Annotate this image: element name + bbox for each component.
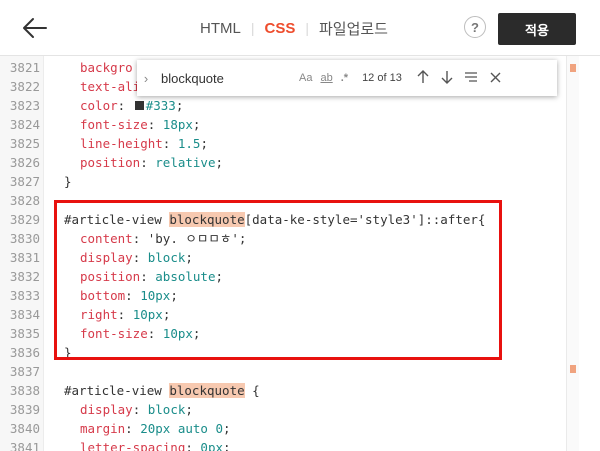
back-button[interactable] — [20, 14, 50, 42]
code-text: } — [64, 345, 72, 360]
code-text: position: absolute; — [80, 269, 224, 284]
code-text: right: 10px; — [80, 307, 171, 322]
code-line[interactable]: 3829 #article-view blockquote[data-ke-sty… — [0, 210, 566, 229]
line-number: 3831 — [9, 250, 40, 265]
code-text: font-size: 10px; — [80, 326, 201, 341]
line-number: 3837 — [9, 364, 40, 379]
line-number: 3830 — [9, 231, 40, 246]
css-code-editor[interactable]: 3821 backgro 3822 text-ali 3823 color: #333; 3… — [0, 56, 600, 451]
code-text: color: #333; — [80, 98, 184, 113]
code-line[interactable]: 3825 line-height: 1.5; — [0, 134, 566, 153]
tab-css[interactable]: CSS — [264, 20, 295, 37]
code-text: letter-spacing: 0px; — [80, 440, 231, 451]
code-text: #article-view blockquote[data-ke-style='… — [64, 212, 486, 227]
code-text: line-height: 1.5; — [80, 136, 208, 151]
tab-file-upload[interactable]: 파일업로드 — [319, 18, 388, 39]
line-number: 3828 — [9, 193, 40, 208]
line-number: 3836 — [9, 345, 40, 360]
tab-html[interactable]: HTML — [200, 20, 241, 37]
code-line[interactable]: 3826 position: relative; — [0, 153, 566, 172]
code-line[interactable]: 3831 display: block; — [0, 248, 566, 267]
code-line[interactable]: 3837 — [0, 362, 566, 381]
line-number: 3839 — [9, 402, 40, 417]
code-line[interactable]: 3834 right: 10px; — [0, 305, 566, 324]
line-number: 3835 — [9, 326, 40, 341]
line-number: 3825 — [9, 136, 40, 151]
editor-toolbar: HTML | CSS | 파일업로드 ? 적용 — [0, 0, 600, 56]
whole-word-toggle[interactable]: ab — [320, 72, 332, 84]
code-text: backgro — [80, 60, 133, 75]
line-number: 3827 — [9, 174, 40, 189]
code-line[interactable]: 3832 position: absolute; — [0, 267, 566, 286]
code-line[interactable]: 3830 content: 'by. ㅇㅁㅁㅎ'; — [0, 229, 566, 248]
tab-divider: | — [305, 20, 309, 36]
find-widget: › Aa ab .* 12 of 13 — [137, 60, 557, 96]
close-icon — [490, 72, 501, 83]
line-number: 3841 — [9, 440, 40, 451]
previous-match-button[interactable] — [416, 69, 430, 87]
code-text: } — [64, 174, 72, 189]
code-text: margin: 20px auto 0; — [80, 421, 231, 436]
find-input[interactable] — [161, 67, 291, 89]
code-text: text-ali — [80, 79, 141, 94]
line-number: 3832 — [9, 269, 40, 284]
tab-divider: | — [250, 20, 255, 36]
code-line[interactable]: 3828 — [0, 191, 566, 210]
line-number: 3840 — [9, 421, 40, 436]
line-number: 3822 — [9, 79, 40, 94]
line-number: 3829 — [9, 212, 40, 227]
help-button[interactable]: ? — [464, 16, 486, 38]
line-number: 3823 — [9, 98, 40, 113]
code-line[interactable]: 3836} — [0, 343, 566, 362]
code-line[interactable]: 3823 color: #333; — [0, 96, 566, 115]
line-number: 3821 — [9, 60, 40, 75]
code-line[interactable]: 3839 display: block; — [0, 400, 566, 419]
code-line[interactable]: 3838 #article-view blockquote { — [0, 381, 566, 400]
tab-bar: HTML | CSS | 파일업로드 — [200, 0, 388, 56]
code-text: font-size: 18px; — [80, 117, 201, 132]
line-number: 3833 — [9, 288, 40, 303]
code-text: bottom: 10px; — [80, 288, 178, 303]
scrollbar-match-marker — [570, 64, 576, 72]
code-line[interactable]: 3840 margin: 20px auto 0; — [0, 419, 566, 438]
arrow-left-icon — [23, 18, 47, 38]
line-number: 3826 — [9, 155, 40, 170]
code-text: position: relative; — [80, 155, 224, 170]
match-case-toggle[interactable]: Aa — [299, 72, 312, 84]
apply-button[interactable]: 적용 — [498, 13, 576, 45]
scrollbar-match-marker — [570, 365, 576, 373]
arrow-up-icon — [417, 69, 429, 83]
find-in-selection-button[interactable] — [464, 70, 478, 86]
vertical-scrollbar[interactable] — [566, 56, 579, 451]
line-number: 3838 — [9, 383, 40, 398]
next-match-button[interactable] — [440, 70, 454, 87]
code-line[interactable]: 3841 letter-spacing: 0px; — [0, 438, 566, 451]
match-count: 12 of 13 — [362, 72, 402, 84]
line-number: 3834 — [9, 307, 40, 322]
selection-lines-icon — [465, 72, 478, 82]
arrow-down-icon — [441, 70, 453, 84]
line-number: 3824 — [9, 117, 40, 132]
code-line[interactable]: 3833 bottom: 10px; — [0, 286, 566, 305]
chevron-right-icon[interactable]: › — [137, 71, 155, 86]
regex-toggle[interactable]: .* — [341, 72, 348, 84]
code-line[interactable]: 3827} — [0, 172, 566, 191]
code-line[interactable]: 3824 font-size: 18px; — [0, 115, 566, 134]
code-text: display: block; — [80, 250, 193, 265]
code-text: display: block; — [80, 402, 193, 417]
code-line[interactable]: 3835 font-size: 10px; — [0, 324, 566, 343]
code-text: #article-view blockquote { — [64, 383, 260, 398]
code-text: content: 'by. ㅇㅁㅁㅎ'; — [80, 231, 247, 246]
close-find-button[interactable] — [488, 70, 502, 86]
